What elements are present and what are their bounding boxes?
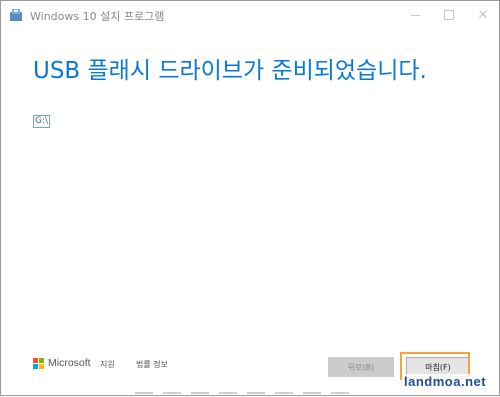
watermark-text: landmoa.net — [402, 374, 489, 389]
drive-letter-label: G:\ — [33, 115, 51, 128]
minimize-icon[interactable] — [398, 3, 432, 27]
maximize-icon[interactable] — [432, 3, 466, 27]
close-icon[interactable]: ✕ — [466, 3, 500, 27]
window-title: Windows 10 설치 프로그램 — [30, 10, 165, 23]
microsoft-logo-icon — [33, 358, 44, 369]
support-link[interactable]: 지원 — [100, 359, 115, 370]
microsoft-brand-text: Microsoft — [48, 357, 91, 369]
setup-app-icon — [10, 9, 22, 21]
background-sliver — [135, 392, 355, 394]
legal-info-link[interactable]: 법률 정보 — [136, 359, 168, 370]
back-button[interactable]: 뒤로(B) — [328, 357, 394, 377]
setup-window: Windows 10 설치 프로그램 ✕ USB 플래시 드라이브가 준비되었습… — [0, 0, 500, 396]
title-bar[interactable]: Windows 10 설치 프로그램 ✕ — [2, 2, 499, 28]
page-title: USB 플래시 드라이브가 준비되었습니다. — [33, 58, 427, 84]
